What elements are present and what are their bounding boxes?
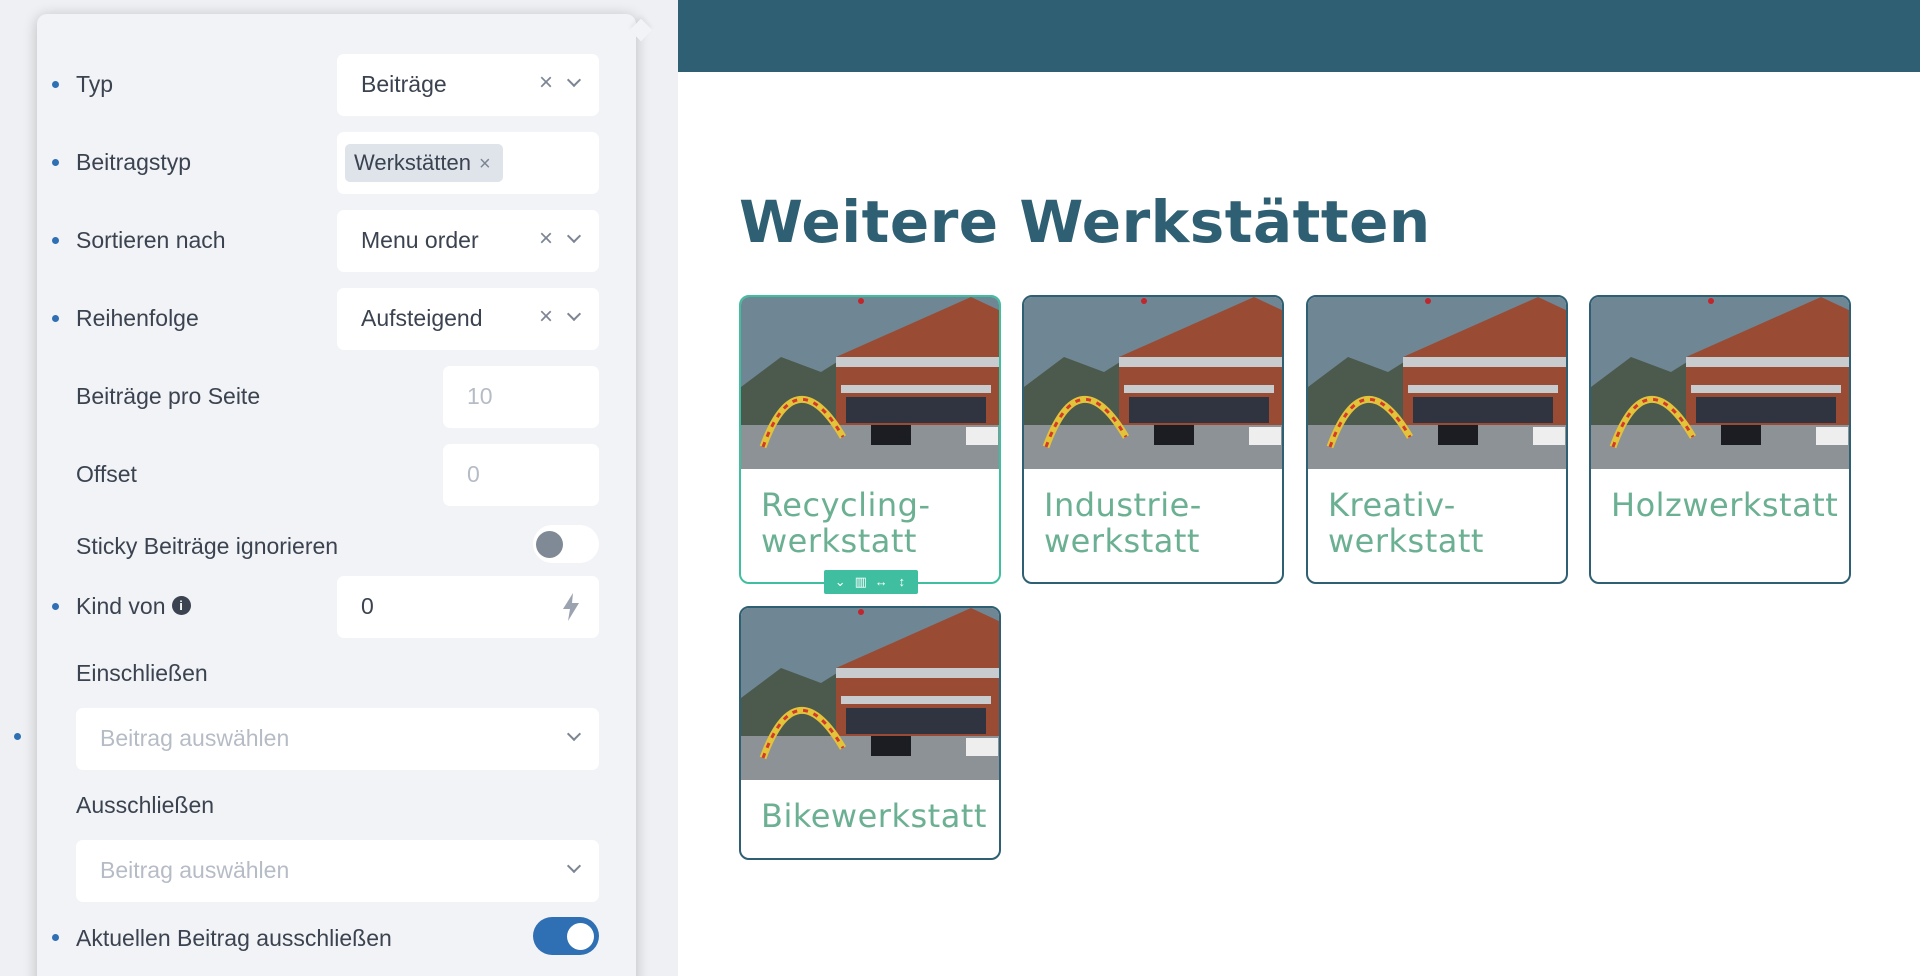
chevron-down-icon[interactable]	[566, 228, 582, 244]
post-title[interactable]: Bikewerkstatt	[741, 780, 999, 834]
changed-indicator-dot	[52, 237, 59, 244]
offset-label: Offset	[76, 461, 137, 487]
einschliessen-placeholder: Beitrag auswählen	[100, 725, 290, 751]
chevron-down-icon[interactable]	[566, 726, 582, 742]
setting-beitragstyp: Beitragstyp Werkstätten ×	[37, 132, 636, 194]
post-thumbnail	[741, 297, 999, 469]
changed-indicator-dot	[52, 934, 59, 941]
preview-canvas: Weitere Werkstätten Recycling- werkstatt…	[678, 0, 1920, 976]
typ-select[interactable]: Beiträge ×	[337, 54, 599, 116]
tag-label: Werkstätten	[354, 150, 471, 175]
chevron-down-icon[interactable]	[566, 72, 582, 88]
clear-icon[interactable]: ×	[539, 303, 553, 331]
typ-value: Beiträge	[361, 71, 447, 97]
ausschliessen-select[interactable]: Beitrag auswählen	[76, 840, 599, 902]
post-card[interactable]: Recycling- werkstatt ⌄ ▥ ↔ ↕	[739, 295, 1001, 594]
ausschliessen-placeholder: Beitrag auswählen	[100, 857, 290, 883]
bolt-icon[interactable]	[561, 592, 581, 627]
setting-kind-von: Kind von i 0	[37, 576, 636, 638]
aktuell-label: Aktuellen Beitrag ausschließen	[76, 925, 392, 951]
chevron-down-icon[interactable]	[566, 858, 582, 874]
changed-indicator-dot	[14, 733, 21, 740]
reihenfolge-select[interactable]: Aufsteigend ×	[337, 288, 599, 350]
post-thumbnail	[1308, 297, 1566, 469]
einschliessen-select[interactable]: Beitrag auswählen	[76, 708, 599, 770]
typ-label: Typ	[76, 71, 114, 97]
post-thumbnail	[741, 608, 999, 780]
changed-indicator-dot	[52, 603, 59, 610]
setting-sticky: Sticky Beiträge ignorieren	[37, 520, 636, 568]
kind-von-value: 0	[361, 593, 374, 619]
post-card[interactable]: Industrie- werkstatt	[1022, 295, 1284, 584]
setting-einschliessen: Einschließen Beitrag auswählen	[37, 650, 636, 800]
sticky-label: Sticky Beiträge ignorieren	[76, 533, 339, 559]
sortieren-value: Menu order	[361, 227, 479, 253]
chevron-down-icon[interactable]: ⌄	[833, 575, 847, 589]
setting-offset: Offset 0	[37, 444, 636, 506]
pro-seite-label: Beiträge pro Seite	[76, 383, 261, 409]
post-title[interactable]: Recycling- werkstatt	[741, 469, 999, 559]
post-title[interactable]: Kreativ- werkstatt	[1308, 469, 1566, 559]
einschliessen-label: Einschließen	[76, 660, 208, 686]
post-card[interactable]: Holzwerkstatt	[1589, 295, 1851, 584]
setting-sortieren: Sortieren nach Menu order ×	[37, 210, 636, 272]
columns-icon[interactable]: ▥	[854, 575, 868, 589]
block-toolbar: ⌄ ▥ ↔ ↕	[824, 570, 918, 594]
sortieren-label: Sortieren nach	[76, 227, 226, 253]
chevron-down-icon[interactable]	[566, 306, 582, 322]
post-card[interactable]: Kreativ- werkstatt	[1306, 295, 1568, 584]
kind-von-label: Kind von i	[76, 593, 191, 620]
setting-reihenfolge: Reihenfolge Aufsteigend ×	[37, 288, 636, 350]
tag-remove-icon[interactable]: ×	[479, 153, 491, 175]
setting-aktuell: Aktuellen Beitrag ausschließen	[37, 914, 636, 962]
clear-icon[interactable]: ×	[539, 225, 553, 253]
offset-placeholder: 0	[467, 461, 480, 487]
pro-seite-input[interactable]: 10	[443, 366, 599, 428]
reihenfolge-value: Aufsteigend	[361, 305, 483, 331]
aktuell-toggle[interactable]	[533, 917, 599, 955]
changed-indicator-dot	[52, 159, 59, 166]
section-title: Weitere Werkstätten	[739, 188, 1431, 256]
setting-ausschliessen: Ausschließen Beitrag auswählen	[37, 782, 636, 932]
post-title[interactable]: Holzwerkstatt	[1591, 469, 1849, 523]
setting-typ: Typ Beiträge ×	[37, 54, 636, 116]
post-title[interactable]: Industrie- werkstatt	[1024, 469, 1282, 559]
selected-tag: Werkstätten ×	[345, 144, 503, 182]
sortieren-select[interactable]: Menu order ×	[337, 210, 599, 272]
changed-indicator-dot	[52, 81, 59, 88]
resize-vertical-icon[interactable]: ↕	[895, 575, 909, 589]
post-thumbnail	[1024, 297, 1282, 469]
toggle-knob	[567, 923, 594, 950]
panel-pointer	[629, 18, 653, 42]
clear-icon[interactable]: ×	[539, 69, 553, 97]
toggle-knob	[536, 531, 563, 558]
reihenfolge-label: Reihenfolge	[76, 305, 199, 331]
beitragstyp-multiselect[interactable]: Werkstätten ×	[337, 132, 599, 194]
setting-pro-seite: Beiträge pro Seite 10	[37, 366, 636, 428]
changed-indicator-dot	[52, 315, 59, 322]
kind-von-text: Kind von	[76, 593, 166, 619]
pro-seite-placeholder: 10	[467, 383, 493, 409]
ausschliessen-label: Ausschließen	[76, 792, 215, 818]
beitragstyp-label: Beitragstyp	[76, 149, 192, 175]
kind-von-input[interactable]: 0	[337, 576, 599, 638]
site-header-bar	[678, 0, 1920, 72]
resize-horizontal-icon[interactable]: ↔	[874, 575, 888, 589]
offset-input[interactable]: 0	[443, 444, 599, 506]
query-settings-panel: Typ Beiträge × Beitragstyp Werkstätten × …	[37, 14, 653, 976]
sticky-toggle[interactable]	[533, 525, 599, 563]
post-thumbnail	[1591, 297, 1849, 469]
post-card[interactable]: Bikewerkstatt	[739, 606, 1001, 860]
info-icon[interactable]: i	[171, 596, 191, 615]
